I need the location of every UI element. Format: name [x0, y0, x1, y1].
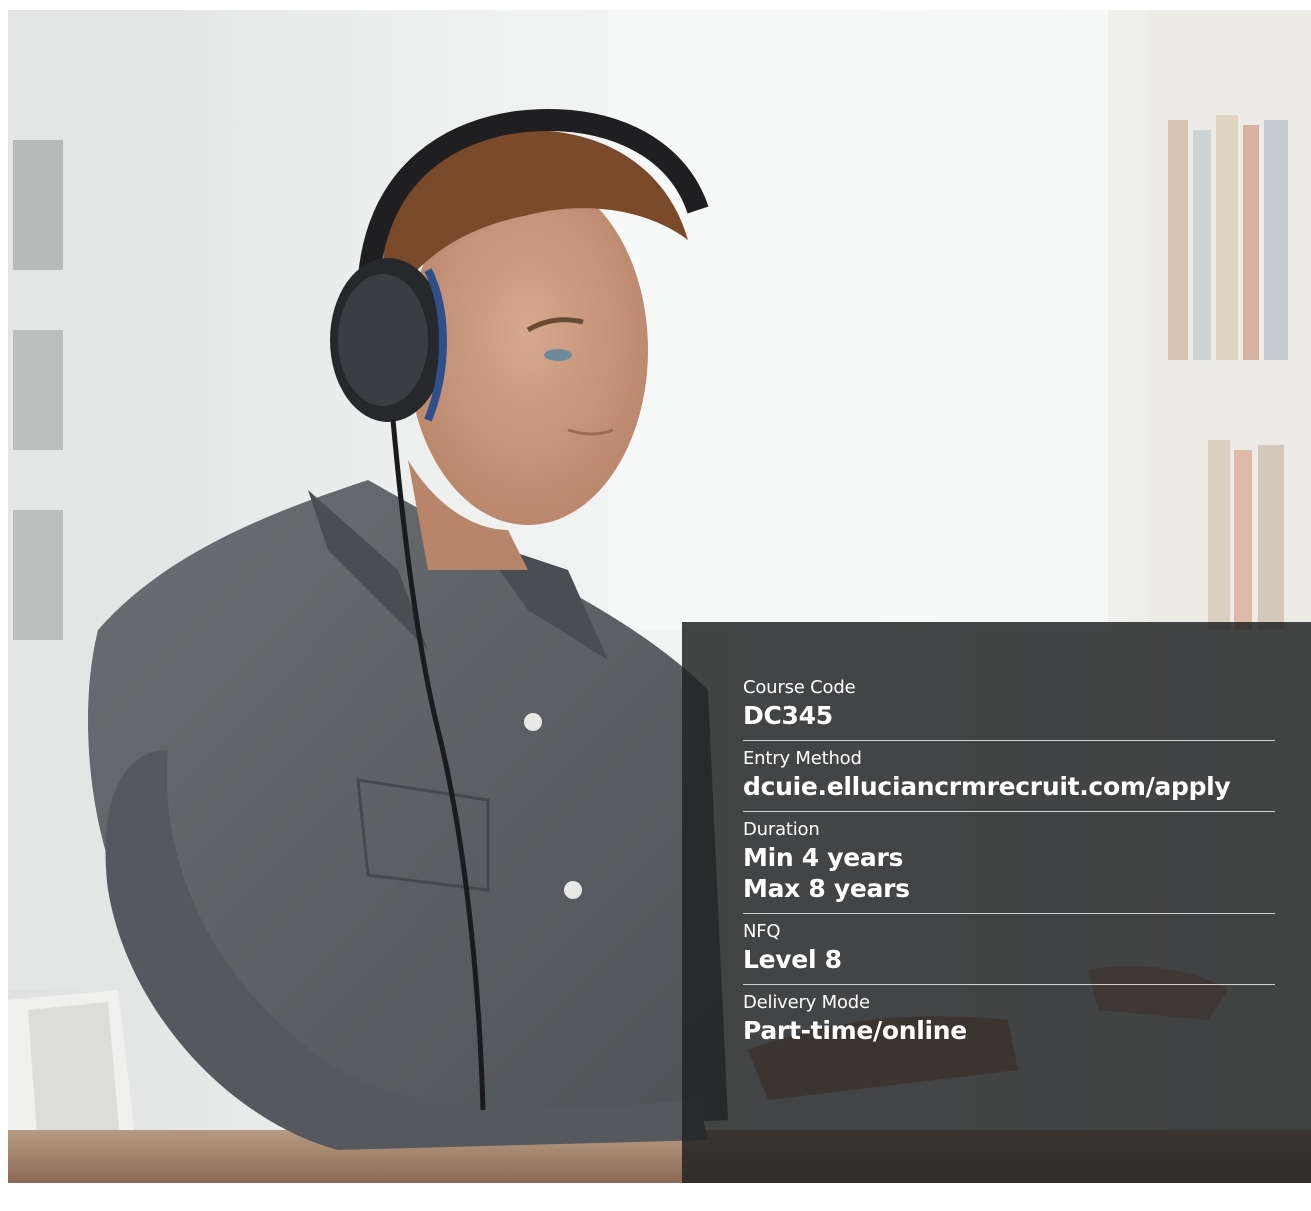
entry-method-row: Entry Method dcuie.elluciancrmrecruit.co… [743, 747, 1275, 812]
entry-method-value: dcuie.elluciancrmrecruit.com/apply [743, 772, 1231, 801]
course-code-label: Course Code [743, 677, 856, 698]
nfq-label: NFQ [743, 921, 781, 942]
entry-method-label: Entry Method [743, 748, 862, 769]
duration-min-value: Min 4 years [743, 843, 904, 872]
page: Course Code DC345 Entry Method dcuie.ell… [0, 0, 1311, 1211]
duration-row: Duration Min 4 years Max 8 years [743, 818, 1275, 914]
course-info-panel: Course Code DC345 Entry Method dcuie.ell… [682, 622, 1311, 1183]
delivery-mode-row: Delivery Mode Part-time/online [743, 991, 1275, 1055]
nfq-row: NFQ Level 8 [743, 920, 1275, 985]
nfq-value: Level 8 [743, 945, 842, 974]
duration-max-value: Max 8 years [743, 874, 910, 903]
course-code-value: DC345 [743, 701, 833, 730]
course-code-row: Course Code DC345 [743, 676, 1275, 741]
delivery-mode-label: Delivery Mode [743, 992, 870, 1013]
duration-label: Duration [743, 819, 820, 840]
delivery-mode-value: Part-time/online [743, 1016, 967, 1045]
